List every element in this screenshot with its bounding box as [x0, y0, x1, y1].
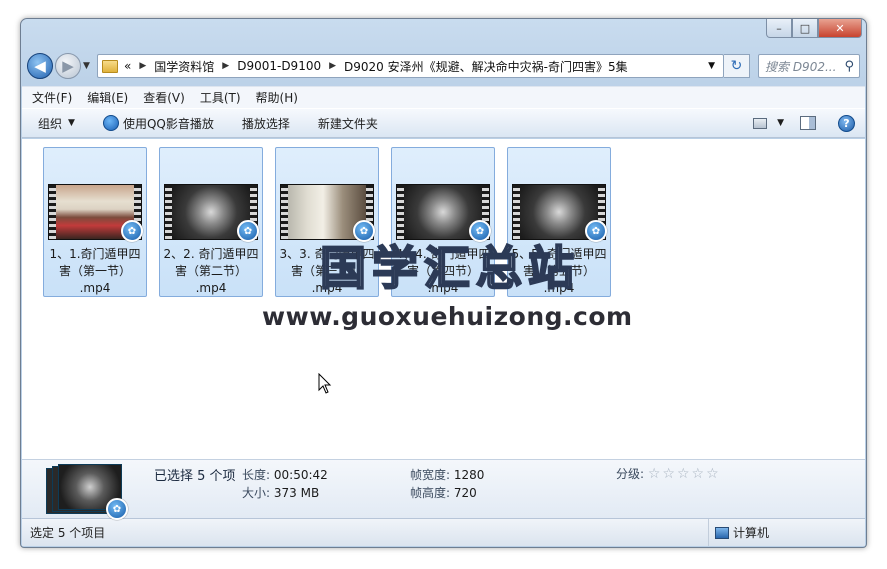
frame-height-label: 帧高度:: [410, 486, 451, 500]
file-name-line: 害（第二节）: [174, 264, 247, 278]
chevron-right-icon[interactable]: ▶: [139, 61, 146, 71]
rating-stars[interactable]: ☆☆☆☆☆: [648, 466, 721, 482]
search-input[interactable]: 搜索 D902... ⚲: [758, 54, 860, 78]
qq-player-badge-icon: ✿: [121, 220, 143, 242]
file-name-line: 2、2. 奇门遁甲四: [163, 247, 259, 261]
menu-file[interactable]: 文件(F): [32, 89, 72, 106]
size-value: 373 MB: [273, 486, 320, 500]
refresh-icon[interactable]: ↻: [724, 54, 750, 78]
rating-label: 分级:: [616, 467, 645, 481]
search-placeholder: 搜索 D902...: [765, 59, 837, 74]
frame-width-value[interactable]: 1280: [454, 468, 485, 482]
file-name-line: 害（第一节）: [58, 264, 131, 278]
qq-player-badge-icon: ✿: [469, 220, 491, 242]
frame-height-value[interactable]: 720: [454, 486, 477, 500]
file-name: 2、2. 奇门遁甲四 害（第二节） .mp4: [162, 246, 260, 297]
play-selection-button[interactable]: 播放选择: [242, 115, 290, 132]
chevron-down-icon[interactable]: ▼: [777, 118, 784, 128]
frame-width-field: 帧宽度: 1280: [410, 466, 484, 483]
address-bar[interactable]: « ▶ 国学资料馆 ▶ D9001-D9100 ▶ D9020 安泽州《规避、解…: [97, 54, 724, 78]
play-selection-label: 播放选择: [241, 116, 290, 131]
menu-bar: 文件(F) 编辑(E) 查看(V) 工具(T) 帮助(H): [22, 86, 865, 108]
filmstrip-edge: [165, 185, 172, 239]
navigation-row: ◀ ▶ ▼ « ▶ 国学资料馆 ▶ D9001-D9100 ▶ D9020 安泽…: [27, 51, 860, 81]
menu-help[interactable]: 帮助(H): [256, 89, 298, 106]
breadcrumb-item[interactable]: D9020 安泽州《规避、解决命中灾祸-奇门四害》5集: [344, 58, 628, 75]
new-folder-label: 新建文件夹: [317, 116, 378, 131]
length-value[interactable]: 00:50:42: [274, 468, 328, 482]
filmstrip-edge: [397, 185, 404, 239]
folder-icon: [102, 59, 118, 73]
view-icon: [753, 117, 768, 129]
menu-edit[interactable]: 编辑(E): [87, 89, 128, 106]
status-bar: 选定 5 个项目 计算机: [22, 518, 865, 546]
qq-player-badge-icon: ✿: [353, 220, 375, 242]
menu-tools[interactable]: 工具(T): [200, 89, 241, 106]
details-pane: ✿ 已选择 5 个项 长度: 00:50:42 大小: 373 MB 帧宽度: …: [22, 459, 865, 520]
command-bar: 组织 ▼ 使用QQ影音播放 播放选择 新建文件夹 ▼ ?: [22, 108, 865, 138]
organize-label: 组织: [38, 116, 63, 131]
status-selection-text: 选定 5 个项目: [30, 526, 106, 540]
size-field: 大小: 373 MB: [242, 484, 319, 501]
recent-pages-dropdown-icon[interactable]: ▼: [83, 61, 93, 71]
forward-button[interactable]: ▶: [55, 53, 81, 79]
caption-buttons: – □ ✕: [766, 19, 862, 39]
computer-icon: [715, 526, 729, 539]
file-name-line: .mp4: [195, 281, 227, 295]
command-bar-right: ▼ ?: [753, 114, 865, 132]
breadcrumb-overflow[interactable]: «: [124, 59, 131, 73]
chevron-right-icon[interactable]: ▶: [329, 61, 336, 71]
chevron-right-icon[interactable]: ▶: [222, 61, 229, 71]
length-field: 长度: 00:50:42: [242, 466, 328, 483]
breadcrumb-item[interactable]: 国学资料馆: [154, 58, 214, 75]
rating-field: 分级: ☆☆☆☆☆: [616, 465, 721, 482]
selection-count: 已选择 5 个项: [154, 469, 236, 484]
minimize-button[interactable]: –: [766, 19, 792, 38]
filmstrip-edge: [281, 185, 288, 239]
new-folder-button[interactable]: 新建文件夹: [318, 115, 378, 132]
status-location: 计算机: [708, 519, 769, 546]
file-name-line: 1、1.奇门遁甲四: [49, 247, 141, 261]
close-button[interactable]: ✕: [818, 19, 862, 38]
mouse-cursor-icon: [318, 373, 332, 394]
selection-thumbnail-stack: ✿: [46, 464, 128, 520]
file-name-line: .mp4: [79, 281, 111, 295]
address-dropdown-icon[interactable]: ▼: [708, 61, 715, 71]
filmstrip-edge: [513, 185, 520, 239]
qq-player-badge-icon: ✿: [585, 220, 607, 242]
watermark-text: 国学汇总站: [319, 240, 580, 296]
file-tile[interactable]: ✿ 2、2. 奇门遁甲四 害（第二节） .mp4: [159, 147, 263, 297]
filmstrip-edge: [49, 185, 56, 239]
organize-button[interactable]: 组织 ▼: [38, 115, 75, 132]
help-icon[interactable]: ?: [838, 114, 855, 132]
chevron-down-icon: ▼: [68, 118, 75, 128]
frame-width-label: 帧宽度:: [410, 468, 451, 482]
preview-pane-icon[interactable]: [800, 116, 816, 130]
status-location-label: 计算机: [733, 526, 770, 540]
maximize-button[interactable]: □: [792, 19, 818, 38]
length-label: 长度:: [242, 468, 271, 482]
change-view-button[interactable]: ▼: [753, 117, 784, 129]
file-list: ✿ 1、1.奇门遁甲四 害（第一节） .mp4 ✿ 2、2. 奇门遁甲四 害（第…: [22, 139, 865, 459]
size-label: 大小:: [242, 486, 271, 500]
qq-player-icon: [102, 115, 119, 131]
breadcrumb-item[interactable]: D9001-D9100: [237, 59, 321, 73]
play-with-qq-button[interactable]: 使用QQ影音播放: [102, 115, 214, 132]
qq-player-badge-icon: ✿: [237, 220, 259, 242]
file-tile[interactable]: ✿ 1、1.奇门遁甲四 害（第一节） .mp4: [43, 147, 147, 297]
menu-view[interactable]: 查看(V): [143, 89, 185, 106]
search-icon[interactable]: ⚲: [844, 59, 854, 74]
file-name: 1、1.奇门遁甲四 害（第一节） .mp4: [46, 246, 144, 297]
qq-player-badge-icon: ✿: [106, 498, 128, 520]
back-button[interactable]: ◀: [27, 53, 53, 79]
frame-height-field: 帧高度: 720: [410, 484, 477, 501]
watermark-url: www.guoxuehuizong.com: [262, 302, 633, 331]
play-with-qq-label: 使用QQ影音播放: [122, 116, 214, 131]
